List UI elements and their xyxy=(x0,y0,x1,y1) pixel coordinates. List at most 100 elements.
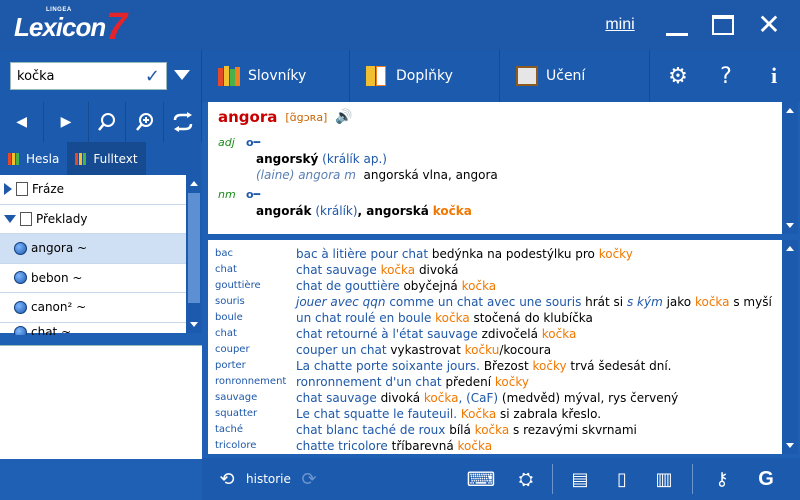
fulltext-row[interactable]: sauvage chat sauvage divoká kočka, (CaF) … xyxy=(208,390,678,406)
key-button[interactable]: ⚷ xyxy=(700,458,744,500)
fulltext-fragment: kočka xyxy=(435,311,470,325)
print-page-icon: ▥ xyxy=(655,468,673,490)
tree-scrollbar[interactable] xyxy=(186,175,202,333)
sense-pos: adj xyxy=(218,136,235,149)
tab-doplnky[interactable]: Doplňky xyxy=(350,50,500,102)
fulltext-row-body: jouer avec qqn comme un chat avec une so… xyxy=(296,294,772,310)
fulltext-row-body: La chatte porte soixante jours. Březost … xyxy=(296,358,671,374)
bottom-separator xyxy=(692,464,693,494)
fulltext-row-key: boule xyxy=(215,312,243,323)
fulltext-fragment: chat sauvage xyxy=(296,391,381,405)
tree-item-label: Fráze xyxy=(32,182,64,197)
fulltext-fragment: comme un chat avec une souris xyxy=(385,295,586,309)
scroll-up-icon[interactable] xyxy=(190,181,198,186)
tree-item-canon[interactable]: canon² ~ xyxy=(0,293,186,323)
example-translation: angorská vlna, angora xyxy=(363,168,498,182)
scroll-thumb[interactable] xyxy=(188,193,200,303)
sense-gloss: (králík ap.) xyxy=(322,152,387,166)
fulltext-row[interactable]: squatter Le chat squatte le fauteuil. Koč… xyxy=(208,406,601,422)
scroll-down-icon[interactable] xyxy=(786,443,794,448)
fulltext-row[interactable]: boule un chat roulé en boule kočka stočen… xyxy=(208,310,593,326)
books-icon xyxy=(75,152,89,166)
scroll-up-icon[interactable] xyxy=(786,246,794,251)
history-button[interactable]: historie xyxy=(246,458,291,500)
tab-uceni[interactable]: Učení xyxy=(500,50,650,102)
fulltext-fragment: chat sauvage xyxy=(296,263,381,277)
sense-pos: nm xyxy=(218,188,236,201)
fulltext-row-key: chat xyxy=(215,328,237,339)
view-page-button[interactable]: ▯ xyxy=(600,458,644,500)
g-button[interactable]: G xyxy=(744,458,788,500)
minimize-button[interactable] xyxy=(660,10,694,40)
fulltext-fragment: kočka xyxy=(457,439,493,453)
history-icon[interactable]: ⟲ xyxy=(212,458,242,500)
maximize-button[interactable] xyxy=(706,10,740,40)
fulltext-row[interactable]: tricolore chatte tricolore tříbarevná koč… xyxy=(208,438,492,454)
tree-item-angora[interactable]: angora ~ xyxy=(0,234,186,264)
key-icon[interactable]: o━ xyxy=(246,188,260,201)
fulltext-row[interactable]: couper couper un chat vykastrovat kočku/k… xyxy=(208,342,551,358)
settings-button[interactable]: ⚙ xyxy=(654,50,702,102)
tree-item-chat[interactable]: chat ~ xyxy=(0,323,186,335)
tree-item-label: angora ~ xyxy=(31,241,88,256)
fulltext-row[interactable]: bac bac à litière pour chat bedýnka na po… xyxy=(208,246,633,262)
keyboard-button[interactable]: ⌨ xyxy=(464,458,498,500)
fulltext-row[interactable]: gouttière chat de gouttière obyčejná kočk… xyxy=(208,278,496,294)
fulltext-row[interactable]: taché chat blanc taché de roux bílá kočka… xyxy=(208,422,637,438)
tab-hesla[interactable]: Hesla xyxy=(0,142,67,175)
swap-direction-button[interactable] xyxy=(164,102,203,142)
search-history-dropdown-icon[interactable] xyxy=(174,70,190,80)
books-icon xyxy=(8,152,22,166)
tree-item-bebon[interactable]: bebon ~ xyxy=(0,264,186,293)
fulltext-row-key: tricolore xyxy=(215,440,257,451)
fulltext-row[interactable]: ronronnement ronronnement d'un chat přede… xyxy=(208,374,529,390)
search-input[interactable] xyxy=(11,63,131,89)
zoom-search-button[interactable] xyxy=(126,102,165,142)
help-button[interactable]: ? xyxy=(702,50,750,102)
mini-mode-button[interactable]: mini xyxy=(600,10,640,40)
view-entry-button[interactable]: ▤ xyxy=(558,458,602,500)
tab-hesla-label: Hesla xyxy=(26,151,60,166)
fulltext-fragment: kočka xyxy=(474,423,510,437)
close-icon: ✕ xyxy=(757,8,781,41)
checkmark-icon[interactable]: ✓ xyxy=(145,66,160,87)
scroll-down-icon[interactable] xyxy=(190,322,198,327)
fulltext-row-key: bac xyxy=(215,248,233,259)
fulltext-row[interactable]: souris jouer avec qqn comme un chat avec … xyxy=(208,294,772,310)
tab-slovniky[interactable]: Slovníky xyxy=(202,50,350,102)
history-forward-icon[interactable]: ⟳ xyxy=(294,458,324,500)
g-letter-icon: G xyxy=(758,467,774,490)
view-print-button[interactable]: ▥ xyxy=(642,458,686,500)
tree-item-preklady[interactable]: Překlady xyxy=(0,205,186,234)
close-button[interactable]: ✕ xyxy=(752,10,786,40)
fulltext-fragment: ronronnement d'un chat xyxy=(296,375,446,389)
fulltext-row[interactable]: chat chat retourné à l'état sauvage zdivo… xyxy=(208,326,576,342)
search-button[interactable] xyxy=(89,102,127,142)
expand-icon[interactable] xyxy=(4,183,12,196)
tree-item-label: bebon ~ xyxy=(31,270,83,285)
tree-item-label: canon² ~ xyxy=(31,300,87,315)
fulltext-row-body: couper un chat vykastrovat kočku/kocoura xyxy=(296,342,551,358)
key-icon[interactable]: o━ xyxy=(246,136,260,149)
forward-button[interactable]: ▶ xyxy=(44,102,89,142)
example-line: (laine) angora m angorská vlna, angora xyxy=(256,168,498,182)
entry-scrollbar[interactable] xyxy=(782,102,798,234)
tree-item-fraze[interactable]: Fráze xyxy=(0,175,186,205)
tab-fulltext[interactable]: Fulltext xyxy=(67,142,146,175)
collapse-icon[interactable] xyxy=(4,214,16,223)
speaker-icon[interactable]: 🔊 xyxy=(335,109,352,125)
fulltext-fragment: un chat roulé en boule xyxy=(296,311,436,325)
scroll-up-icon[interactable] xyxy=(786,108,794,113)
scroll-down-icon[interactable] xyxy=(786,223,794,228)
fulltext-row[interactable]: porter La chatte porte soixante jours. Bř… xyxy=(208,358,671,374)
fulltext-scrollbar[interactable] xyxy=(782,240,798,454)
main-toolbar: Slovníky Doplňky Učení ⚙ ? i xyxy=(202,50,800,102)
fulltext-row-body: chat blanc taché de roux bílá kočka s re… xyxy=(296,422,637,438)
back-button[interactable]: ◀ xyxy=(0,102,45,142)
tab-slovniky-label: Slovníky xyxy=(248,68,307,84)
fulltext-row[interactable]: chat chat sauvage kočka divoká xyxy=(208,262,458,278)
sense-rest: , angorská xyxy=(357,204,429,218)
info-button[interactable]: i xyxy=(750,50,798,102)
fulltext-row-key: taché xyxy=(215,424,244,435)
binoculars-button[interactable]: ⛭ xyxy=(504,458,548,500)
